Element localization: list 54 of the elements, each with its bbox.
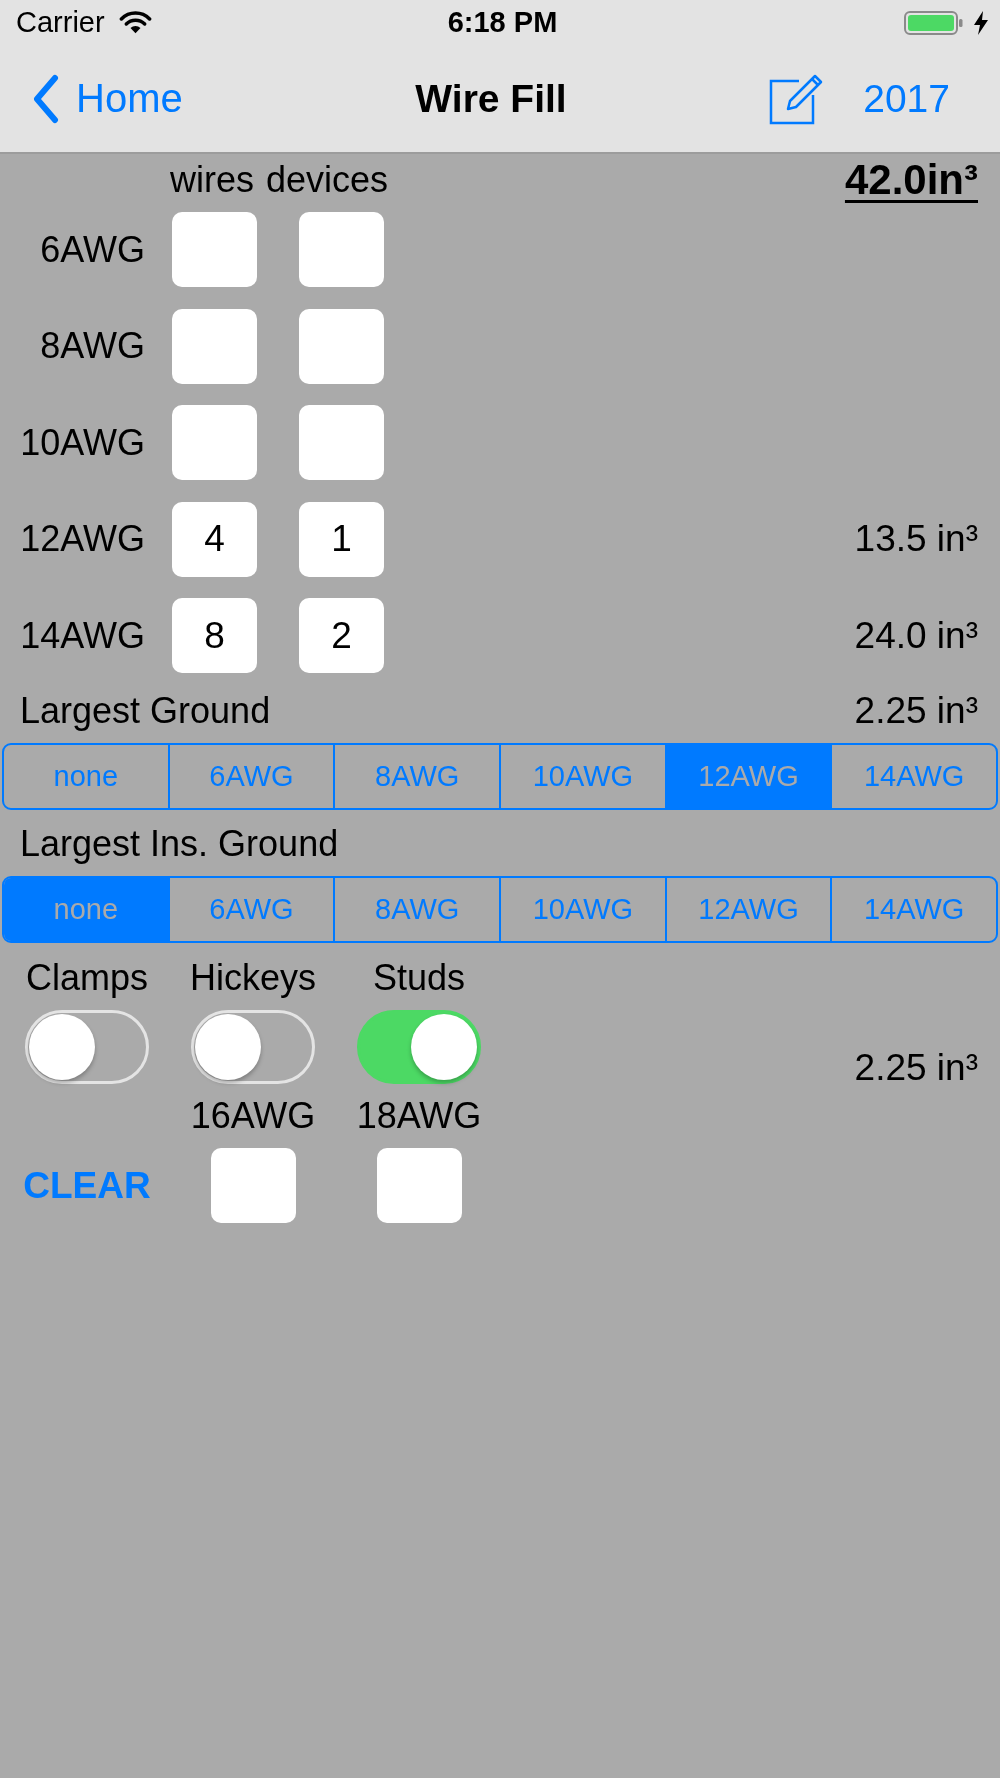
column-header: wires — [170, 159, 254, 201]
input-field[interactable] — [210, 1148, 296, 1223]
segment-option[interactable]: 8AWG — [333, 745, 499, 808]
input-field[interactable] — [299, 212, 384, 287]
bolt-icon — [973, 10, 989, 35]
segment-option[interactable]: 14AWG — [830, 745, 996, 808]
segment-option[interactable]: 6AWG — [167, 878, 334, 941]
wire-size-label: 18AWG — [356, 1095, 482, 1137]
volume-value: 2.25 in³ — [854, 1047, 978, 1089]
carrier-label: Carrier — [16, 6, 105, 39]
toggle-label: Studs — [372, 957, 466, 999]
input-field[interactable]: 4 — [172, 501, 257, 577]
toggle-switch[interactable] — [25, 1010, 149, 1084]
segment-option[interactable]: 12AWG — [664, 745, 831, 808]
wifi-icon — [118, 11, 152, 34]
section-label: Largest Ground — [20, 690, 271, 732]
section-label: Largest Ins. Ground — [20, 823, 339, 865]
chevron-left-icon — [32, 73, 59, 124]
input-field[interactable]: 1 — [299, 501, 384, 577]
volume-value: 24.0 in³ — [854, 614, 978, 657]
input-field[interactable]: 8 — [172, 598, 257, 673]
wire-size-label: 8AWG — [39, 325, 145, 367]
toggle-label: Clamps — [26, 957, 148, 999]
segment-option[interactable]: 6AWG — [167, 745, 334, 808]
toggle-switch[interactable] — [191, 1010, 315, 1084]
segment-option[interactable]: none — [4, 745, 168, 808]
clear-button[interactable]: CLEAR — [23, 1164, 151, 1207]
input-field[interactable] — [299, 405, 384, 480]
column-header: devices — [266, 159, 389, 201]
screen-title: Wire Fill — [415, 76, 567, 121]
total-volume: 42.0in³ — [844, 156, 978, 204]
wire-size-label: 14AWG — [19, 614, 145, 657]
segment-option[interactable]: 14AWG — [830, 878, 996, 941]
segment-option[interactable]: 12AWG — [664, 878, 831, 941]
segment-option[interactable]: none — [4, 878, 168, 941]
input-field[interactable] — [172, 308, 257, 384]
battery-icon — [904, 10, 963, 35]
input-field[interactable] — [299, 308, 384, 384]
input-field[interactable] — [172, 212, 257, 287]
volume-value: 2.25 in³ — [854, 690, 978, 732]
segment-option[interactable]: 8AWG — [333, 878, 499, 941]
volume-value: 13.5 in³ — [854, 518, 978, 560]
input-field[interactable] — [172, 405, 257, 480]
toggle-label: Hickeys — [190, 957, 316, 999]
input-field[interactable] — [376, 1148, 462, 1223]
segment-option[interactable]: 10AWG — [499, 878, 665, 941]
year-button[interactable]: 2017 — [863, 76, 950, 121]
status-time: 6:18 PM — [447, 6, 558, 39]
back-button[interactable]: Home — [32, 73, 183, 124]
wire-size-label: 10AWG — [19, 421, 145, 464]
wire-size-label: 12AWG — [19, 518, 145, 560]
wire-size-label: 16AWG — [190, 1095, 316, 1137]
wire-size-label: 6AWG — [39, 228, 145, 271]
input-field[interactable]: 2 — [299, 598, 384, 673]
